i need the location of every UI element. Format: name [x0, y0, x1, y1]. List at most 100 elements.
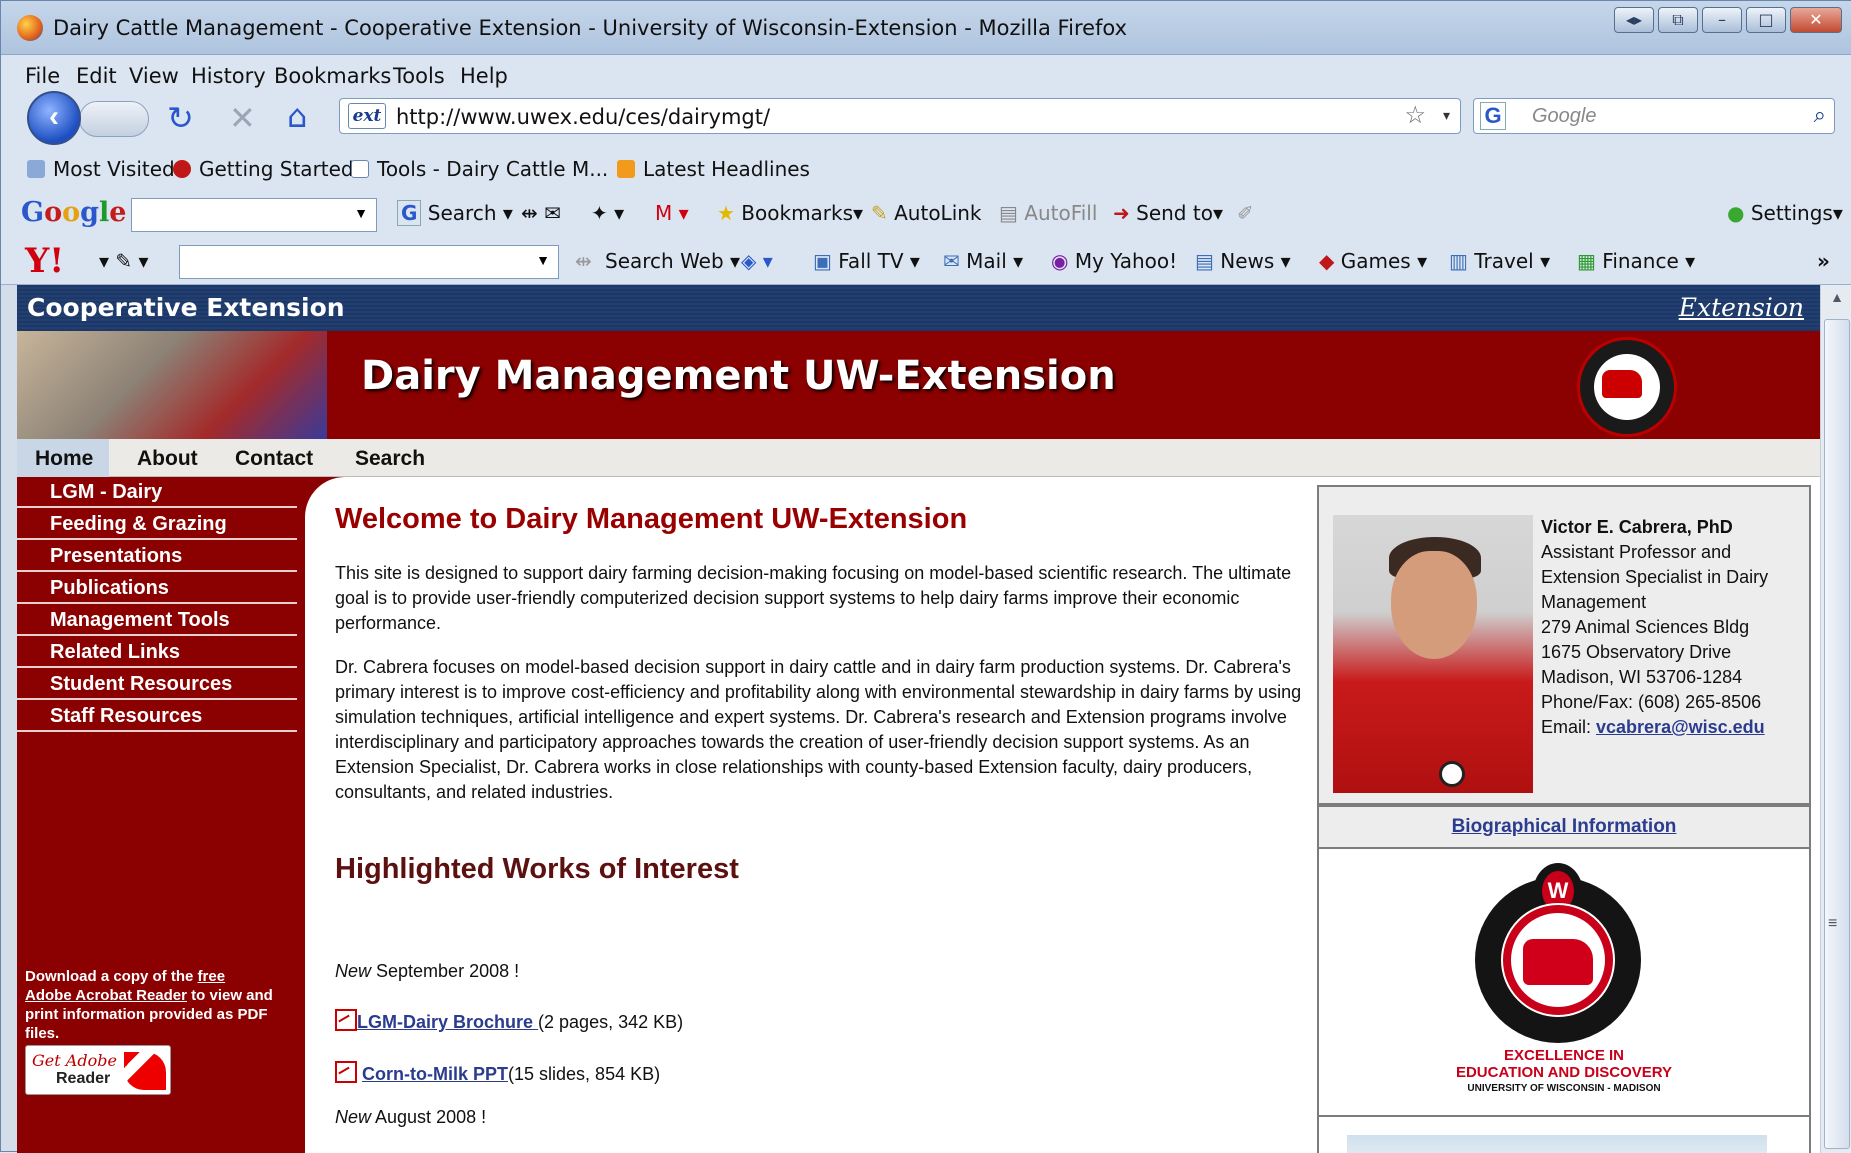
- mail-button[interactable]: ✉ Mail ▾: [943, 249, 1023, 273]
- landscape-image: [1347, 1135, 1767, 1153]
- ext-icon: [351, 160, 369, 178]
- my-yahoo-button[interactable]: ◉ My Yahoo!: [1051, 249, 1177, 273]
- get-adobe-reader-button[interactable]: Get Adobe Reader: [25, 1045, 171, 1095]
- minimize-button[interactable]: –: [1702, 7, 1742, 33]
- dairy-science-seal-icon: W: [1475, 863, 1641, 1043]
- stop-icon[interactable]: ✕: [229, 99, 256, 137]
- sidebar-item-feeding-grazing[interactable]: Feeding & Grazing: [17, 509, 297, 540]
- sidebar-item-lgm-dairy[interactable]: LGM - Dairy: [17, 477, 297, 508]
- new-september-line: New September 2008 !: [335, 961, 520, 981]
- intro-paragraph: This site is designed to support dairy f…: [335, 563, 1292, 633]
- search-icon[interactable]: ⌕: [1814, 102, 1826, 128]
- free-link[interactable]: free: [198, 968, 226, 985]
- banner-collage-image: [17, 331, 327, 439]
- menu-view[interactable]: View: [129, 64, 179, 88]
- search-web-button[interactable]: Search Web ▾: [605, 249, 740, 273]
- settings-button[interactable]: ● Settings▾: [1727, 201, 1843, 225]
- bookmark-tools-dairy[interactable]: Tools - Dairy Cattle M...: [351, 157, 608, 181]
- lgm-dairy-brochure-link[interactable]: LGM-Dairy Brochure: [357, 1012, 538, 1032]
- sidebar-item-management-tools[interactable]: Management Tools: [17, 605, 297, 636]
- highlighter-icon[interactable]: ✐: [1237, 201, 1254, 225]
- email-link[interactable]: vcabrera@wisc.edu: [1596, 717, 1765, 737]
- menu-file[interactable]: File: [25, 64, 60, 88]
- forward-button[interactable]: [79, 101, 149, 137]
- menu-help[interactable]: Help: [460, 64, 508, 88]
- profile-photo: [1333, 515, 1533, 793]
- yahoo-toolbar: Y! ▾ ✎ ▾ ▼ ⇹ Search Web ▾ ◈ ▾ ▣ Fall TV …: [1, 241, 1851, 285]
- travel-button[interactable]: ▥ Travel ▾: [1449, 249, 1550, 273]
- seal-caption: EXCELLENCE IN EDUCATION AND DISCOVERY: [1455, 1047, 1673, 1081]
- corn-to-milk-link[interactable]: Corn-to-Milk PPT: [362, 1064, 508, 1084]
- close-button[interactable]: ✕: [1790, 7, 1842, 33]
- home-icon[interactable]: ⌂: [287, 97, 307, 135]
- coop-extension-bar: Cooperative Extension Extension: [17, 285, 1820, 331]
- most-visited-icon: [27, 160, 45, 178]
- rss-icon: [617, 160, 635, 178]
- bookmark-most-visited[interactable]: Most Visited: [27, 157, 175, 181]
- bookmark-getting-started[interactable]: Getting Started: [173, 157, 354, 181]
- menu-edit[interactable]: Edit: [76, 64, 117, 88]
- doc-corn-to-milk: Corn-to-Milk PPT(15 slides, 854 KB): [335, 1061, 660, 1085]
- popup-icon[interactable]: ✦ ▾: [591, 201, 624, 225]
- biographical-information-link[interactable]: Biographical Information: [1452, 816, 1677, 837]
- sidebar-item-staff-resources[interactable]: Staff Resources: [17, 701, 297, 732]
- sidebar-item-presentations[interactable]: Presentations: [17, 541, 297, 572]
- nav-home[interactable]: Home: [35, 447, 93, 471]
- back-button[interactable]: ‹: [27, 91, 81, 145]
- switch-icon[interactable]: ◂▸: [1614, 7, 1654, 33]
- adobe-reader-link[interactable]: Adobe Acrobat Reader: [25, 987, 187, 1004]
- scroll-thumb[interactable]: [1824, 319, 1850, 1149]
- google-search-field[interactable]: ▼: [131, 198, 377, 232]
- seal-university: UNIVERSITY OF WISCONSIN - MADISON: [1467, 1083, 1661, 1094]
- yahoo-logo[interactable]: Y!: [25, 241, 64, 281]
- menu-tools[interactable]: Tools: [393, 64, 445, 88]
- bookmark-latest-headlines[interactable]: Latest Headlines: [617, 157, 810, 181]
- welcome-heading: Welcome to Dairy Management UW-Extension: [335, 503, 968, 535]
- pdf-reader-note: Download a copy of the free Adobe Acroba…: [25, 968, 273, 1042]
- menu-bar: File Edit View History Bookmarks Tools H…: [1, 55, 1851, 97]
- menu-bookmarks[interactable]: Bookmarks: [274, 64, 391, 88]
- gmail-icon[interactable]: M ▾: [655, 201, 689, 225]
- send-to-button[interactable]: ➜ Send to▾: [1113, 201, 1223, 225]
- news-icon[interactable]: ⇹ ✉: [521, 201, 561, 225]
- google-bookmarks-button[interactable]: ★ Bookmarks▾: [717, 201, 863, 225]
- vertical-scrollbar[interactable]: ▲ ≡: [1820, 285, 1851, 1153]
- google-engine-icon[interactable]: G: [1480, 102, 1506, 130]
- extension-logo[interactable]: Extension: [1679, 293, 1804, 322]
- more-chevron-icon[interactable]: »: [1817, 249, 1830, 273]
- site-title: Dairy Management UW-Extension: [361, 353, 1116, 399]
- news-button[interactable]: ▤ News ▾: [1195, 249, 1291, 273]
- autofill-button[interactable]: ▤ AutoFill: [999, 201, 1097, 225]
- sidebar-item-publications[interactable]: Publications: [17, 573, 297, 604]
- fall-tv-button[interactable]: ▣ Fall TV ▾: [813, 249, 920, 273]
- finance-button[interactable]: ▦ Finance ▾: [1577, 249, 1695, 273]
- nav-search[interactable]: Search: [355, 447, 425, 471]
- profile-details: Victor E. Cabrera, PhD Assistant Profess…: [1541, 515, 1807, 740]
- yahoo-search-field[interactable]: ▼: [179, 245, 559, 279]
- photo-box: [1317, 1115, 1811, 1153]
- reload-icon[interactable]: ↻: [167, 99, 194, 137]
- url-text[interactable]: http://www.uwex.edu/ces/dairymgt/: [396, 105, 770, 129]
- menu-history[interactable]: History: [191, 64, 266, 88]
- scroll-up-icon[interactable]: ▲: [1825, 289, 1849, 315]
- title-bar: Dairy Cattle Management - Cooperative Ex…: [1, 1, 1851, 55]
- games-button[interactable]: ◆ Games ▾: [1319, 249, 1427, 273]
- shield-icon[interactable]: ◈ ▾: [741, 249, 773, 273]
- new-august-line: New August 2008 !: [335, 1107, 487, 1127]
- google-search-button[interactable]: G Search ▾: [397, 200, 513, 226]
- maximize-button[interactable]: □: [1746, 7, 1786, 33]
- nav-about[interactable]: About: [137, 447, 198, 471]
- yahoo-menu-icon[interactable]: ▾ ✎ ▾: [99, 249, 149, 273]
- getting-started-icon: [173, 160, 191, 178]
- url-bar[interactable]: ext http://www.uwex.edu/ces/dairymgt/ ☆ …: [339, 98, 1461, 134]
- search-box[interactable]: G Google ⌕: [1473, 98, 1835, 134]
- star-icon[interactable]: ☆: [1404, 101, 1426, 130]
- autolink-button[interactable]: ✎ AutoLink: [871, 201, 982, 225]
- nav-contact[interactable]: Contact: [235, 447, 313, 471]
- dropdown-icon[interactable]: ▾: [1443, 107, 1450, 124]
- sidebar-item-student-resources[interactable]: Student Resources: [17, 669, 297, 700]
- restore-docs-icon[interactable]: ⧉: [1658, 7, 1698, 33]
- sidebar-item-related-links[interactable]: Related Links: [17, 637, 297, 668]
- bio-bar: Biographical Information: [1317, 805, 1811, 849]
- coop-extension-title[interactable]: Cooperative Extension: [27, 293, 345, 322]
